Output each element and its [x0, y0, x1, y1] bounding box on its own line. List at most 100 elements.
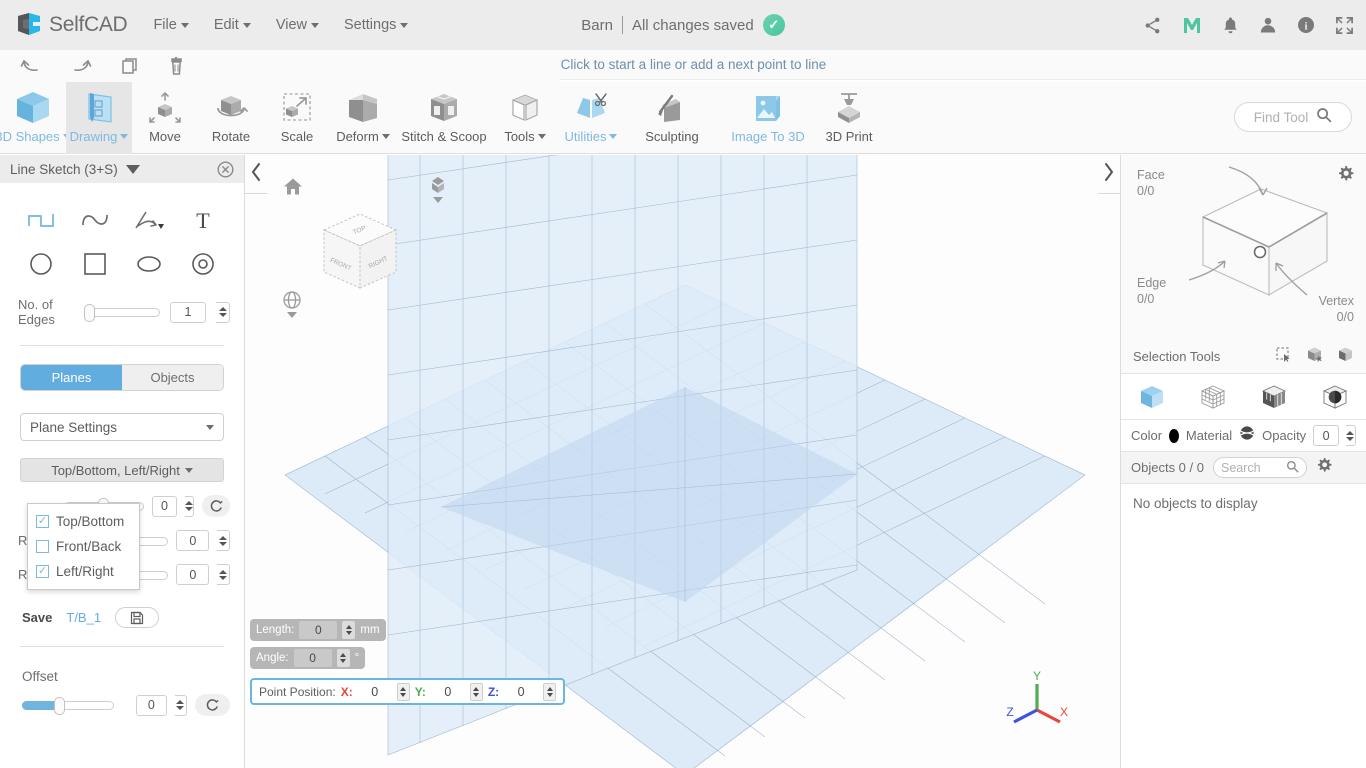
ellipse-icon[interactable] [122, 245, 176, 283]
opacity-stepper[interactable] [1345, 425, 1356, 446]
undo-button[interactable] [20, 56, 42, 76]
text-icon[interactable]: T [176, 201, 230, 239]
dropdown-item-left-right[interactable]: Left/Right [28, 559, 139, 584]
curve-icon[interactable] [68, 201, 122, 239]
rect-select-icon[interactable] [1275, 346, 1292, 368]
tool-utilities[interactable]: Utilities [558, 82, 624, 154]
y-value[interactable]: 0 [431, 685, 465, 699]
vertex-mode-icon[interactable] [1199, 383, 1227, 411]
tool-scale[interactable]: Scale [264, 82, 330, 154]
segment-objects[interactable]: Objects [122, 365, 223, 390]
color-swatch[interactable] [1169, 428, 1179, 443]
tool-3d-print[interactable]: 3D Print [816, 82, 882, 154]
rotate-x-stepper[interactable] [217, 530, 230, 551]
menu-settings[interactable]: Settings [344, 17, 409, 33]
share-icon[interactable] [1143, 16, 1162, 35]
close-icon[interactable] [217, 161, 234, 183]
ring-icon[interactable] [176, 245, 230, 283]
x-stepper[interactable] [396, 682, 410, 701]
polyline-icon[interactable] [14, 201, 68, 239]
square-icon[interactable] [68, 245, 122, 283]
tool-drawing[interactable]: Drawing [66, 82, 132, 154]
add-select-icon[interactable] [1306, 346, 1323, 368]
m-logo-icon[interactable] [1182, 16, 1202, 35]
offset-value[interactable]: 0 [136, 694, 167, 716]
object-mode-icon[interactable] [1138, 383, 1166, 411]
tool-deform[interactable]: Deform [330, 82, 396, 154]
z-value[interactable]: 0 [504, 685, 538, 699]
3d-viewport[interactable]: TOP FRONT RIGHT Length: 0 mm Angle: 0 ° … [245, 155, 1120, 768]
tool-tools[interactable]: Tools [492, 82, 558, 154]
edges-value[interactable]: 1 [170, 301, 206, 323]
triangle-down-icon[interactable] [125, 164, 140, 174]
opacity-value[interactable]: 0 [1313, 425, 1339, 446]
navigation-cube[interactable]: TOP FRONT RIGHT [312, 200, 407, 305]
rotate-x-value[interactable]: 0 [176, 530, 210, 551]
document-name[interactable]: Barn [581, 17, 613, 34]
arc-icon[interactable] [122, 201, 176, 239]
circle-icon[interactable] [14, 245, 68, 283]
dropdown-item-top-bottom[interactable]: Top/Bottom [28, 509, 139, 534]
dropdown-item-front-back[interactable]: Front/Back [28, 534, 139, 559]
face-mode-icon[interactable] [1321, 383, 1349, 411]
checkbox-unchecked-icon[interactable] [36, 540, 49, 553]
axis-gizmo[interactable]: Y X Z [1002, 668, 1072, 733]
plane-settings-select[interactable]: Plane Settings [20, 413, 224, 441]
collapse-left-panel-button[interactable] [248, 161, 264, 188]
user-icon[interactable] [1259, 16, 1277, 34]
checkbox-checked-icon[interactable] [36, 565, 49, 578]
hidden-param-value[interactable]: 0 [152, 495, 177, 517]
fullscreen-icon[interactable] [1335, 16, 1354, 35]
save-plane-name[interactable]: T/B_1 [66, 610, 101, 625]
plane-selection-dropdown-button[interactable]: Top/Bottom, Left/Right [20, 458, 224, 482]
rotate-y-stepper[interactable] [217, 564, 230, 585]
copy-button[interactable] [120, 56, 140, 76]
objects-search-input[interactable]: Search [1212, 457, 1307, 478]
delete-button[interactable] [168, 56, 186, 76]
edges-slider[interactable] [84, 304, 160, 322]
redo-button[interactable] [70, 56, 92, 76]
angle-value[interactable]: 0 [293, 649, 332, 667]
tool-sculpting[interactable]: Sculpting [624, 82, 720, 154]
slider-knob[interactable] [84, 304, 95, 322]
tool-rotate[interactable]: Rotate [198, 82, 264, 154]
move-icon [143, 88, 187, 128]
length-value[interactable]: 0 [299, 621, 338, 639]
menu-file[interactable]: File [153, 17, 189, 33]
edge-mode-icon[interactable] [1260, 383, 1288, 411]
tool-image-to-3d[interactable]: Image To 3D [720, 82, 816, 154]
objects-settings-gear-icon[interactable] [1316, 457, 1332, 478]
offset-stepper[interactable] [174, 694, 187, 716]
bell-icon[interactable] [1222, 16, 1239, 35]
segment-planes[interactable]: Planes [21, 365, 122, 390]
checkbox-checked-icon[interactable] [36, 515, 49, 528]
view-orientation-control[interactable] [428, 175, 448, 203]
collapse-right-panel-button[interactable] [1101, 161, 1117, 188]
tool-stitch-scoop[interactable]: Stitch & Scoop [396, 82, 492, 154]
info-icon[interactable]: i [1297, 16, 1315, 34]
reset-icon[interactable] [202, 495, 230, 517]
slider-knob[interactable] [54, 697, 65, 715]
offset-slider[interactable] [22, 697, 114, 715]
angle-stepper[interactable] [336, 649, 350, 667]
brand-logo[interactable]: SelfCAD [14, 10, 128, 40]
edges-stepper[interactable] [216, 301, 230, 323]
x-value[interactable]: 0 [358, 685, 392, 699]
find-tool-search[interactable]: Find Tool [1234, 102, 1352, 132]
material-icon[interactable] [1239, 425, 1255, 446]
rotate-y-value[interactable]: 0 [176, 564, 210, 585]
tool-3d-shapes[interactable]: 3D Shapes [0, 82, 71, 154]
save-icon-button[interactable] [115, 607, 160, 628]
menu-edit[interactable]: Edit [214, 17, 251, 33]
reset-icon[interactable] [194, 694, 230, 716]
chevron-down-icon [400, 22, 409, 28]
invert-select-icon[interactable] [1337, 346, 1354, 368]
view-projection-control[interactable] [282, 290, 302, 318]
z-stepper[interactable] [543, 682, 557, 701]
hidden-param-stepper[interactable] [184, 495, 195, 517]
home-icon[interactable] [283, 177, 303, 201]
tool-move[interactable]: Move [132, 82, 198, 154]
menu-view[interactable]: View [276, 17, 319, 33]
length-stepper[interactable] [342, 621, 356, 639]
y-stepper[interactable] [469, 682, 483, 701]
